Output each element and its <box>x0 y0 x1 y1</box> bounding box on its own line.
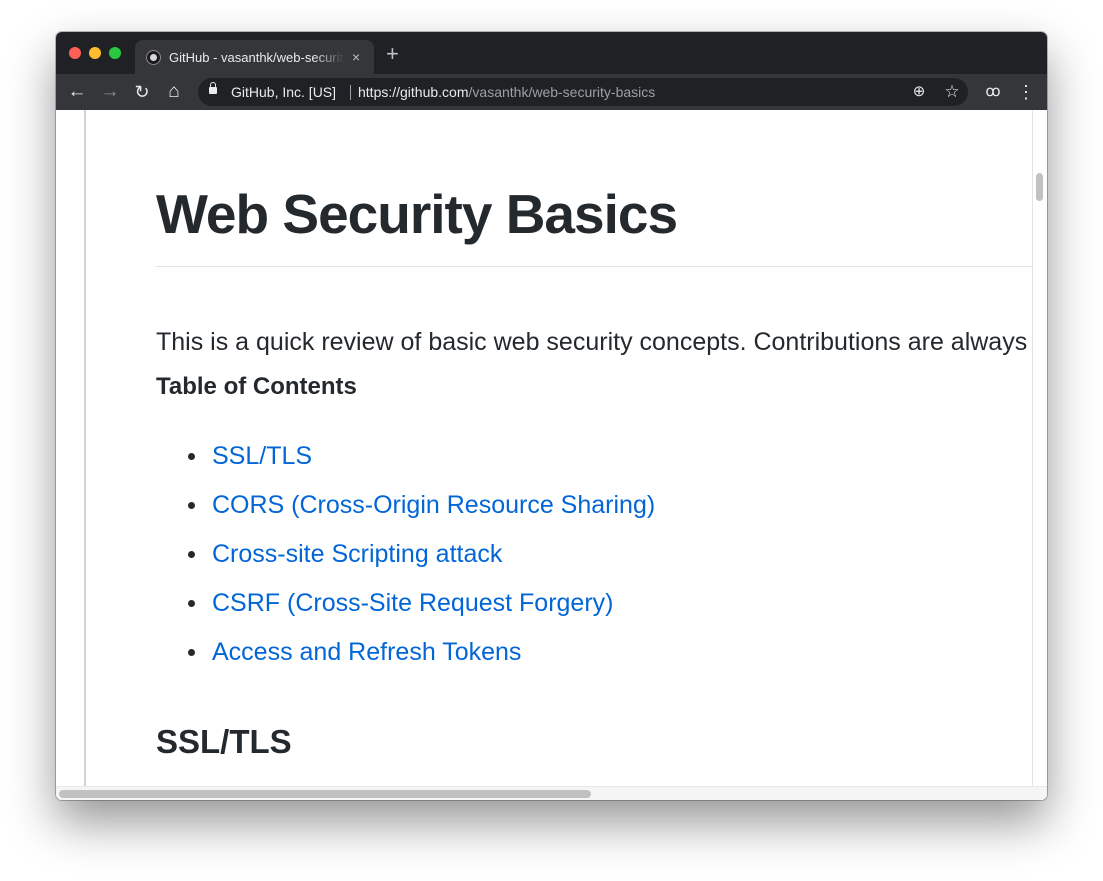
section-heading-ssl-tls: SSL/TLS <box>156 723 292 760</box>
github-icon <box>146 50 161 65</box>
bullet-icon <box>188 551 195 558</box>
reload-icon[interactable]: ↻ <box>130 74 154 110</box>
forward-icon[interactable]: → <box>98 74 122 110</box>
zoom-icon[interactable]: ⊕ <box>907 74 931 110</box>
window-maximize-button[interactable] <box>109 47 121 59</box>
lock-icon[interactable] <box>209 82 217 94</box>
bullet-icon <box>188 600 195 607</box>
tab-strip: GitHub - vasanthk/web-security-basics × … <box>56 32 1047 74</box>
vertical-scrollbar[interactable] <box>1036 173 1043 201</box>
toc-heading: Table of Contents <box>156 373 357 400</box>
url-path: /vasanthk/web-security-basics <box>468 84 656 100</box>
toc-link-xss[interactable]: Cross-site Scripting attack <box>212 538 502 570</box>
readme-article: Web Security Basics This is a quick revi… <box>156 110 1032 786</box>
new-tab-button[interactable]: + <box>386 43 399 65</box>
intro-paragraph: This is a quick review of basic web secu… <box>156 328 1032 356</box>
toc-link-csrf[interactable]: CSRF (Cross-Site Request Forgery) <box>212 587 613 619</box>
certificate-org[interactable]: GitHub, Inc. [US] <box>231 84 336 100</box>
title-divider <box>156 266 1032 267</box>
content-border-left <box>84 110 86 786</box>
menu-icon[interactable]: ⋮ <box>1014 74 1038 110</box>
page-viewport: Web Security Basics This is a quick revi… <box>56 110 1047 800</box>
window-close-button[interactable] <box>69 47 81 59</box>
browser-window: GitHub - vasanthk/web-security-basics × … <box>56 32 1047 800</box>
url-text[interactable]: https://github.com/vasanthk/web-security… <box>358 84 655 100</box>
toc-link-tokens[interactable]: Access and Refresh Tokens <box>212 636 521 668</box>
bullet-icon <box>188 453 195 460</box>
close-icon[interactable]: × <box>352 48 360 66</box>
content-border-right <box>1032 110 1033 786</box>
bullet-icon <box>188 502 195 509</box>
page-title: Web Security Basics <box>156 183 678 245</box>
toc-link-cors[interactable]: CORS (Cross-Origin Resource Sharing) <box>212 489 655 521</box>
address-divider <box>350 85 351 100</box>
browser-tab[interactable]: GitHub - vasanthk/web-security-basics × <box>135 40 374 74</box>
address-bar[interactable]: GitHub, Inc. [US] https://github.com/vas… <box>198 78 968 106</box>
horizontal-scrollbar[interactable] <box>59 790 591 798</box>
toc-link-ssl-tls[interactable]: SSL/TLS <box>212 440 312 472</box>
back-icon[interactable]: ← <box>65 74 89 110</box>
tab-title: GitHub - vasanthk/web-security-basics <box>169 50 345 65</box>
bookmark-star-icon[interactable]: ☆ <box>940 74 964 110</box>
browser-toolbar: ← → ↻ ⌂ GitHub, Inc. [US] https://github… <box>56 74 1047 110</box>
incognito-icon[interactable]: ꚙ <box>981 74 1005 110</box>
home-icon[interactable]: ⌂ <box>162 74 186 110</box>
url-host: https://github.com <box>358 84 469 100</box>
bullet-icon <box>188 649 195 656</box>
window-minimize-button[interactable] <box>89 47 101 59</box>
